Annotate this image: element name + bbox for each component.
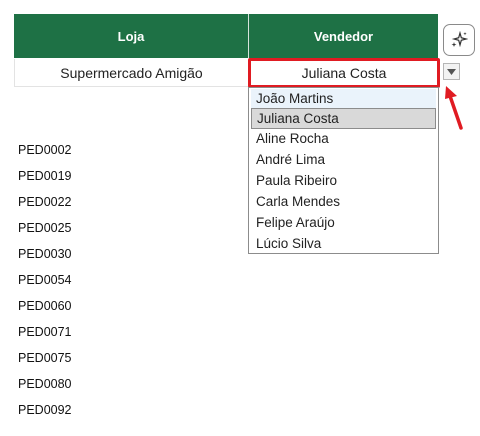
cell-loja-value: Supermercado Amigão [60, 64, 203, 81]
order-id: PED0071 [18, 325, 72, 339]
dropdown-option[interactable]: Paula Ribeiro [251, 171, 436, 192]
order-id: PED0025 [18, 221, 72, 235]
dropdown-option[interactable]: João Martins [251, 89, 436, 110]
order-id: PED0030 [18, 247, 72, 261]
ai-suggestions-button[interactable] [443, 24, 475, 56]
dropdown-option[interactable]: Carla Mendes [251, 192, 436, 213]
dropdown-toggle-button[interactable] [443, 63, 460, 80]
triangle-down-icon [447, 68, 456, 75]
dropdown-option[interactable]: Lúcio Silva [251, 234, 436, 255]
dropdown-option[interactable]: Juliana Costa [251, 108, 436, 129]
order-id: PED0022 [18, 195, 72, 209]
header-loja: Loja [14, 14, 248, 58]
cell-vendedor-value: Juliana Costa [301, 65, 387, 81]
order-id: PED0075 [18, 351, 72, 365]
order-id: PED0002 [18, 143, 72, 157]
order-id: PED0092 [18, 403, 72, 417]
red-arrow-icon [445, 86, 463, 130]
header-vendedor-label: Vendedor [313, 28, 374, 44]
order-id: PED0060 [18, 299, 72, 313]
order-id: PED0054 [18, 273, 72, 287]
cell-loja[interactable]: Supermercado Amigão [14, 59, 248, 87]
order-id: PED0080 [18, 377, 72, 391]
order-id: PED0019 [18, 169, 72, 183]
dropdown-option[interactable]: André Lima [251, 150, 436, 171]
cell-vendedor[interactable]: Juliana Costa [248, 58, 440, 88]
dropdown-option[interactable]: Aline Rocha [251, 129, 436, 150]
header-vendedor: Vendedor [249, 14, 438, 58]
header-loja-label: Loja [117, 28, 145, 44]
sparkles-icon [451, 31, 468, 48]
dropdown-list: João Martins Juliana Costa Aline Rocha A… [248, 87, 439, 254]
dropdown-option[interactable]: Felipe Araújo [251, 213, 436, 234]
